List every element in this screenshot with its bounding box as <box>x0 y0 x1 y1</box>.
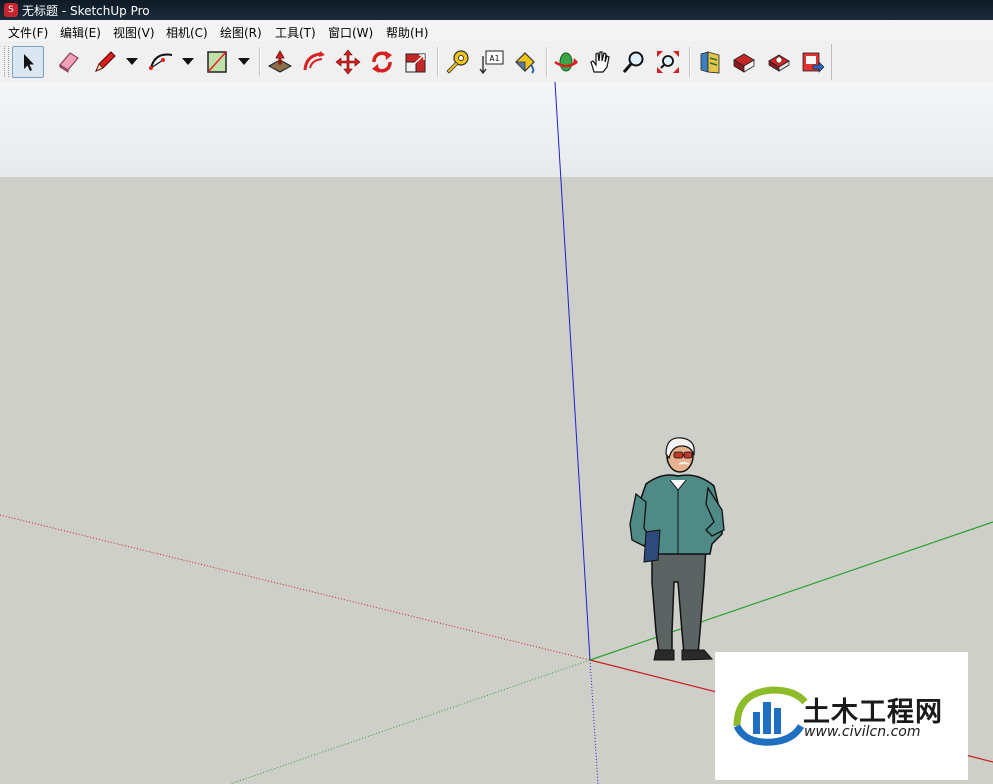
blue-axis-positive <box>554 82 591 661</box>
menu-camera[interactable]: 相机(C) <box>166 24 208 41</box>
orbit-icon <box>554 52 578 72</box>
zoom-icon <box>622 51 644 73</box>
zoom-extents-tool-button[interactable] <box>652 46 684 78</box>
menu-bar: 文件(F) 编辑(E) 视图(V) 相机(C) 绘图(R) 工具(T) 窗口(W… <box>0 20 993 42</box>
pencil-dropdown-arrow[interactable] <box>126 58 138 65</box>
rotate-icon <box>372 51 392 73</box>
green-axis-negative <box>229 659 591 784</box>
toolbar-end-divider <box>831 44 832 80</box>
eraser-icon <box>59 52 79 73</box>
arc-tool-button[interactable] <box>145 46 177 78</box>
window-title: 无标题 - SketchUp Pro <box>22 4 150 18</box>
rotate-tool-button[interactable] <box>366 46 398 78</box>
tape-measure-tool-button[interactable] <box>441 46 473 78</box>
scale-icon <box>405 53 426 73</box>
follow-me-tool-button[interactable] <box>298 46 330 78</box>
text-tool-button[interactable]: A1 <box>475 46 507 78</box>
eraser-tool-button[interactable] <box>52 46 84 78</box>
drawing-viewport[interactable]: 土木工程网 www.civilcn.com <box>0 82 993 784</box>
select-tool-button[interactable] <box>12 46 44 78</box>
menu-view[interactable]: 视图(V) <box>113 24 155 41</box>
rectangle-dropdown-arrow[interactable] <box>238 58 250 65</box>
orbit-tool-button[interactable] <box>550 46 582 78</box>
pencil-tool-button[interactable] <box>89 46 121 78</box>
paint-bucket-icon <box>515 52 535 74</box>
zoom-tool-button[interactable] <box>618 46 650 78</box>
follow-me-icon <box>303 51 325 71</box>
civilcn-logo-icon <box>733 686 808 746</box>
menu-window[interactable]: 窗口(W) <box>328 24 373 41</box>
toolbar-separator <box>546 47 548 77</box>
text-tool-label: A1 <box>490 54 500 63</box>
arc-icon <box>149 53 173 70</box>
blue-axis-negative <box>589 659 599 784</box>
move-tool-button[interactable] <box>332 46 364 78</box>
watermark-url: www.civilcn.com <box>804 724 921 740</box>
pencil-icon <box>95 51 116 72</box>
pan-hand-icon <box>590 51 610 73</box>
toolbar-grip[interactable] <box>4 46 9 77</box>
text-icon: A1 <box>479 50 504 75</box>
watermark-logo: 土木工程网 www.civilcn.com <box>715 652 968 780</box>
pan-tool-button[interactable] <box>584 46 616 78</box>
toolbar-separator <box>259 47 261 77</box>
warehouse-tool-button[interactable] <box>694 46 726 78</box>
rectangle-tool-button[interactable] <box>201 46 233 78</box>
red-axis-negative <box>0 514 591 661</box>
push-pull-icon <box>267 50 293 73</box>
extension-warehouse-tool-button[interactable] <box>797 46 829 78</box>
rectangle-icon <box>207 51 227 73</box>
push-pull-tool-button[interactable] <box>264 46 296 78</box>
menu-draw[interactable]: 绘图(R) <box>220 24 262 41</box>
menu-edit[interactable]: 编辑(E) <box>60 24 101 41</box>
scale-tool-button[interactable] <box>400 46 432 78</box>
paint-bucket-tool-button[interactable] <box>509 46 541 78</box>
warehouse-icon <box>700 51 720 74</box>
arrow-cursor-icon <box>24 54 34 71</box>
share-model-tool-button[interactable] <box>763 46 795 78</box>
tape-measure-icon <box>446 50 469 74</box>
menu-tools[interactable]: 工具(T) <box>275 24 316 41</box>
get-models-icon <box>733 53 755 73</box>
sketchup-app-icon: S <box>4 3 18 17</box>
extension-warehouse-icon <box>802 52 825 73</box>
share-model-icon <box>768 54 790 72</box>
title-bar: S 无标题 - SketchUp Pro <box>0 0 993 20</box>
person-figure[interactable] <box>622 432 732 662</box>
menu-file[interactable]: 文件(F) <box>8 24 48 41</box>
main-toolbar: A1 <box>0 41 993 83</box>
toolbar-separator <box>437 47 439 77</box>
toolbar-separator <box>689 47 691 77</box>
move-icon <box>335 49 361 75</box>
arc-dropdown-arrow[interactable] <box>182 58 194 65</box>
menu-help[interactable]: 帮助(H) <box>386 24 428 41</box>
get-models-tool-button[interactable] <box>728 46 760 78</box>
zoom-extents-icon <box>657 51 679 73</box>
